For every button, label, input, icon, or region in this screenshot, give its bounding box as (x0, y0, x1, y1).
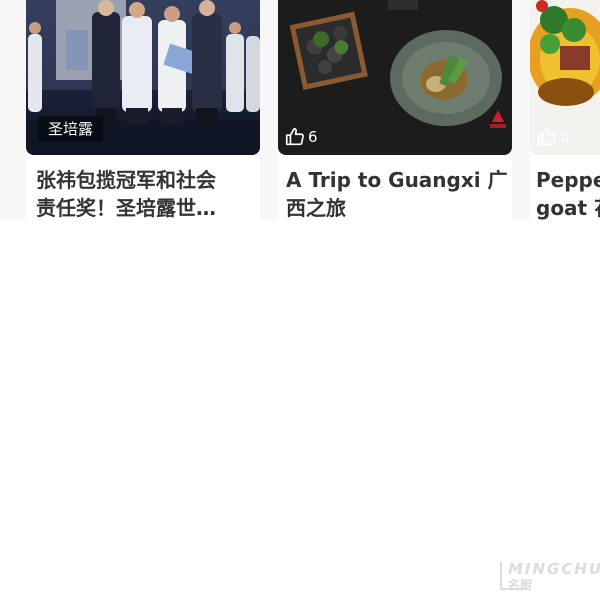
like-count[interactable]: 0 (536, 126, 570, 148)
like-count-value: 6 (308, 128, 318, 146)
article-title[interactable]: A Trip to Guangxi 广 西之旅 (286, 166, 508, 220)
watermark-text-zh: 名厨 (508, 578, 533, 592)
like-count-value: 0 (560, 128, 570, 146)
thumbs-up-icon (284, 126, 306, 148)
article-card[interactable]: 6 A Trip to Guangxi 广 西之旅 (278, 0, 512, 220)
article-thumbnail[interactable]: 6 (278, 0, 512, 155)
article-carousel[interactable]: 圣培露 张祎包揽冠军和社会 责任奖！圣培露世… 6 A Trip to Guan… (0, 0, 600, 220)
article-title[interactable]: 张祎包揽冠军和社会 责任奖！圣培露世… (36, 166, 256, 220)
article-title[interactable]: Peppe goat 花 (536, 166, 600, 220)
article-card[interactable]: 0 Peppe goat 花 (530, 0, 600, 220)
thumbs-up-icon (536, 126, 558, 148)
article-card[interactable]: 圣培露 张祎包揽冠军和社会 责任奖！圣培露世… (26, 0, 260, 220)
article-thumbnail[interactable]: 0 (530, 0, 600, 155)
article-thumbnail[interactable]: 圣培露 (26, 0, 260, 155)
watermark-line (500, 562, 502, 590)
like-count[interactable]: 6 (284, 126, 318, 148)
source-tag: 圣培露 (38, 116, 104, 142)
page: 圣培露 张祎包揽冠军和社会 责任奖！圣培露世… 6 A Trip to Guan… (0, 0, 600, 600)
mingchu-watermark: MINGCHU 名厨 (500, 560, 600, 592)
